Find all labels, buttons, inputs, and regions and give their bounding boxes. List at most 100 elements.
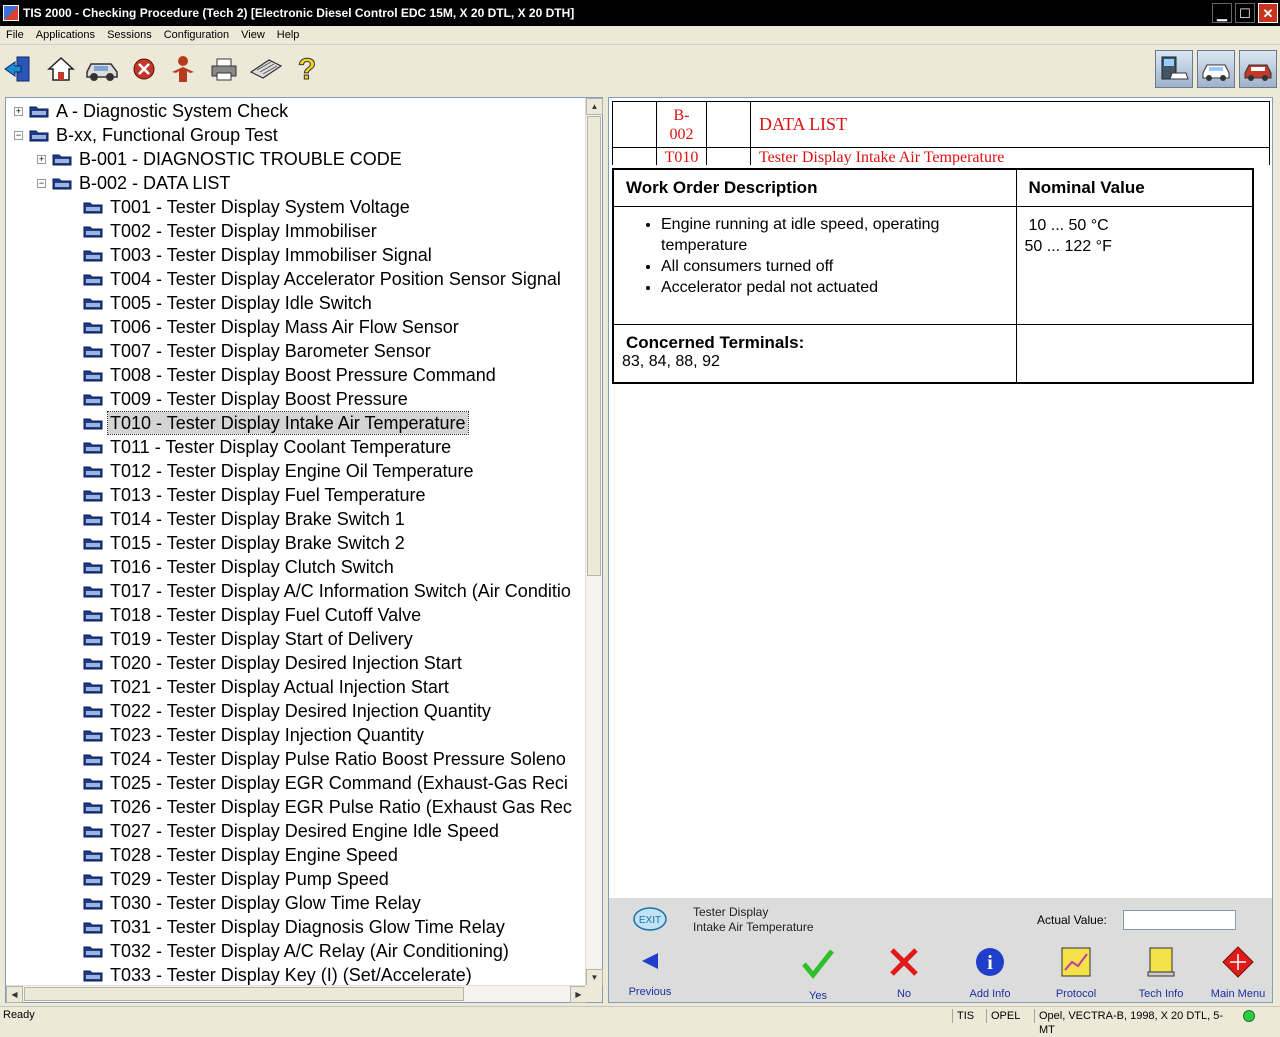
folder-icon — [83, 440, 108, 454]
keyboard-icon[interactable] — [248, 53, 284, 85]
tree-item[interactable]: T010 - Tester Display Intake Air Tempera… — [83, 411, 469, 435]
main-menu-button[interactable]: Main Menu — [1203, 946, 1273, 1000]
tree-item[interactable]: T029 - Tester Display Pump Speed — [83, 867, 391, 891]
expand-icon[interactable]: + — [14, 106, 23, 116]
menu-applications[interactable]: Applications — [30, 29, 101, 41]
vehicle-icon[interactable] — [84, 53, 120, 85]
nominal-value-fahrenheit: 50 ... 122 °F — [1024, 238, 1112, 255]
tree-item[interactable]: + B-001 - DIAGNOSTIC TROUBLE CODE — [37, 147, 404, 171]
print-icon[interactable] — [208, 53, 240, 85]
subheader-code: T010 — [656, 147, 707, 165]
maximize-button[interactable]: ☐ — [1235, 3, 1255, 23]
menu-configuration[interactable]: Configuration — [158, 29, 235, 41]
tree-item[interactable]: − B-xx, Functional Group Test — [14, 123, 280, 147]
menu-sessions[interactable]: Sessions — [101, 29, 158, 41]
tree-item[interactable]: T015 - Tester Display Brake Switch 2 — [83, 531, 407, 555]
tree-item[interactable]: T008 - Tester Display Boost Pressure Com… — [83, 363, 498, 387]
connection-status-icon — [1243, 1010, 1255, 1022]
collapse-icon[interactable]: − — [37, 178, 46, 188]
add-info-button[interactable]: i Add Info — [955, 946, 1025, 1000]
help-icon[interactable]: ? — [291, 53, 323, 85]
tree-item[interactable]: T030 - Tester Display Glow Time Relay — [83, 891, 423, 915]
tree-item[interactable]: T014 - Tester Display Brake Switch 1 — [83, 507, 407, 531]
actual-value-field[interactable] — [1123, 910, 1236, 930]
concerned-terminals: Concerned Terminals: 83, 84, 88, 92 — [612, 324, 1017, 383]
condition-item: All consumers turned off — [661, 256, 1015, 277]
tree-item-label: T032 - Tester Display A/C Relay (Air Con… — [110, 941, 509, 961]
tree-item[interactable]: T009 - Tester Display Boost Pressure — [83, 387, 410, 411]
tree-item[interactable]: + A - Diagnostic System Check — [14, 99, 290, 123]
tree-item[interactable]: T013 - Tester Display Fuel Temperature — [83, 483, 427, 507]
tree-item[interactable]: T004 - Tester Display Accelerator Positi… — [83, 267, 563, 291]
yes-button[interactable]: Yes — [783, 946, 853, 1002]
tree-item[interactable]: T026 - Tester Display EGR Pulse Ratio (E… — [83, 795, 574, 819]
tree-item[interactable]: T028 - Tester Display Engine Speed — [83, 843, 400, 867]
tree-item[interactable]: − B-002 - DATA LIST — [37, 171, 232, 195]
folder-icon — [83, 248, 108, 262]
tree-item[interactable]: T023 - Tester Display Injection Quantity — [83, 723, 426, 747]
tree-item[interactable]: T019 - Tester Display Start of Delivery — [83, 627, 415, 651]
menu-file[interactable]: File — [0, 29, 30, 41]
document-panel: B- 002 DATA LIST T010 Tester Display Int… — [608, 97, 1273, 1003]
tree-item-label: T033 - Tester Display Key (I) (Set/Accel… — [110, 965, 472, 985]
procedure-tree[interactable]: + A - Diagnostic System Check − B-xx, Funct… — [5, 97, 603, 1003]
car-service-icon[interactable] — [1239, 50, 1277, 88]
scroll-up-icon[interactable]: ▲ — [586, 98, 603, 115]
scroll-down-icon[interactable]: ▼ — [586, 969, 603, 986]
tree-item[interactable]: T002 - Tester Display Immobiliser — [83, 219, 379, 243]
stop-icon[interactable] — [128, 53, 160, 85]
tree-item[interactable]: T020 - Tester Display Desired Injection … — [83, 651, 464, 675]
previous-button[interactable]: Previous — [615, 946, 685, 998]
tree-item[interactable]: T027 - Tester Display Desired Engine Idl… — [83, 819, 501, 843]
tree-horizontal-scrollbar[interactable]: ◀ ▶ — [6, 985, 587, 1003]
tree-item[interactable]: T031 - Tester Display Diagnosis Glow Tim… — [83, 915, 507, 939]
tree-item-label: T009 - Tester Display Boost Pressure — [110, 389, 408, 409]
scroll-thumb-horizontal[interactable] — [24, 987, 464, 1001]
app-icon — [3, 5, 19, 21]
tree-item[interactable]: T025 - Tester Display EGR Command (Exhau… — [83, 771, 570, 795]
exit-icon[interactable] — [2, 53, 34, 85]
vehicle-interface-icon[interactable] — [1197, 50, 1235, 88]
close-button[interactable]: ✕ — [1258, 3, 1278, 23]
tech2-device-icon[interactable] — [1155, 50, 1193, 88]
header-code-line1: B- — [673, 106, 690, 124]
tree-item-label: A - Diagnostic System Check — [56, 101, 289, 121]
work-order-conditions: Engine running at idle speed, operating … — [612, 206, 1017, 325]
home-icon[interactable] — [45, 53, 77, 85]
protocol-button[interactable]: Protocol — [1041, 946, 1111, 1000]
tree-item[interactable]: T005 - Tester Display Idle Switch — [83, 291, 374, 315]
scroll-thumb[interactable] — [587, 116, 601, 576]
tree-item[interactable]: T018 - Tester Display Fuel Cutoff Valve — [83, 603, 423, 627]
tree-vertical-scrollbar[interactable]: ▲ ▼ — [585, 98, 603, 986]
minimize-button[interactable]: ▁ — [1212, 3, 1232, 23]
tree-item[interactable]: T033 - Tester Display Key (I) (Set/Accel… — [83, 963, 474, 986]
tree-item[interactable]: T006 - Tester Display Mass Air Flow Sens… — [83, 315, 461, 339]
tree-item[interactable]: T011 - Tester Display Coolant Temperatur… — [83, 435, 453, 459]
document-header: B- 002 DATA LIST T010 Tester Display Int… — [612, 101, 1272, 165]
collapse-icon[interactable]: − — [14, 130, 23, 140]
tree-item[interactable]: T003 - Tester Display Immobiliser Signal — [83, 243, 434, 267]
tree-item-label: B-002 - DATA LIST — [79, 173, 231, 193]
tech-info-button[interactable]: Tech Info — [1126, 946, 1196, 1000]
tree-item[interactable]: T021 - Tester Display Actual Injection S… — [83, 675, 451, 699]
tree-item[interactable]: T001 - Tester Display System Voltage — [83, 195, 412, 219]
tree-viewport: + A - Diagnostic System Check − B-xx, Funct… — [6, 98, 587, 986]
tree-item[interactable]: T007 - Tester Display Barometer Sensor — [83, 339, 433, 363]
tree-item[interactable]: T032 - Tester Display A/C Relay (Air Con… — [83, 939, 511, 963]
tree-item[interactable]: T016 - Tester Display Clutch Switch — [83, 555, 396, 579]
tree-item[interactable]: T024 - Tester Display Pulse Ratio Boost … — [83, 747, 568, 771]
protocol-chart-icon — [1060, 946, 1092, 978]
menu-view[interactable]: View — [235, 29, 271, 41]
scroll-left-icon[interactable]: ◀ — [6, 986, 23, 1003]
menu-help[interactable]: Help — [271, 29, 306, 41]
folder-icon — [83, 920, 108, 934]
tree-item[interactable]: T022 - Tester Display Desired Injection … — [83, 699, 493, 723]
tree-item[interactable]: T012 - Tester Display Engine Oil Tempera… — [83, 459, 476, 483]
folder-icon — [83, 968, 108, 982]
tree-item[interactable]: T017 - Tester Display A/C Information Sw… — [83, 579, 573, 603]
folder-icon — [83, 392, 108, 406]
tree-item-label: T021 - Tester Display Actual Injection S… — [110, 677, 449, 697]
no-button[interactable]: No — [869, 946, 939, 1000]
expand-icon[interactable]: + — [37, 154, 46, 164]
user-icon[interactable] — [167, 53, 199, 85]
